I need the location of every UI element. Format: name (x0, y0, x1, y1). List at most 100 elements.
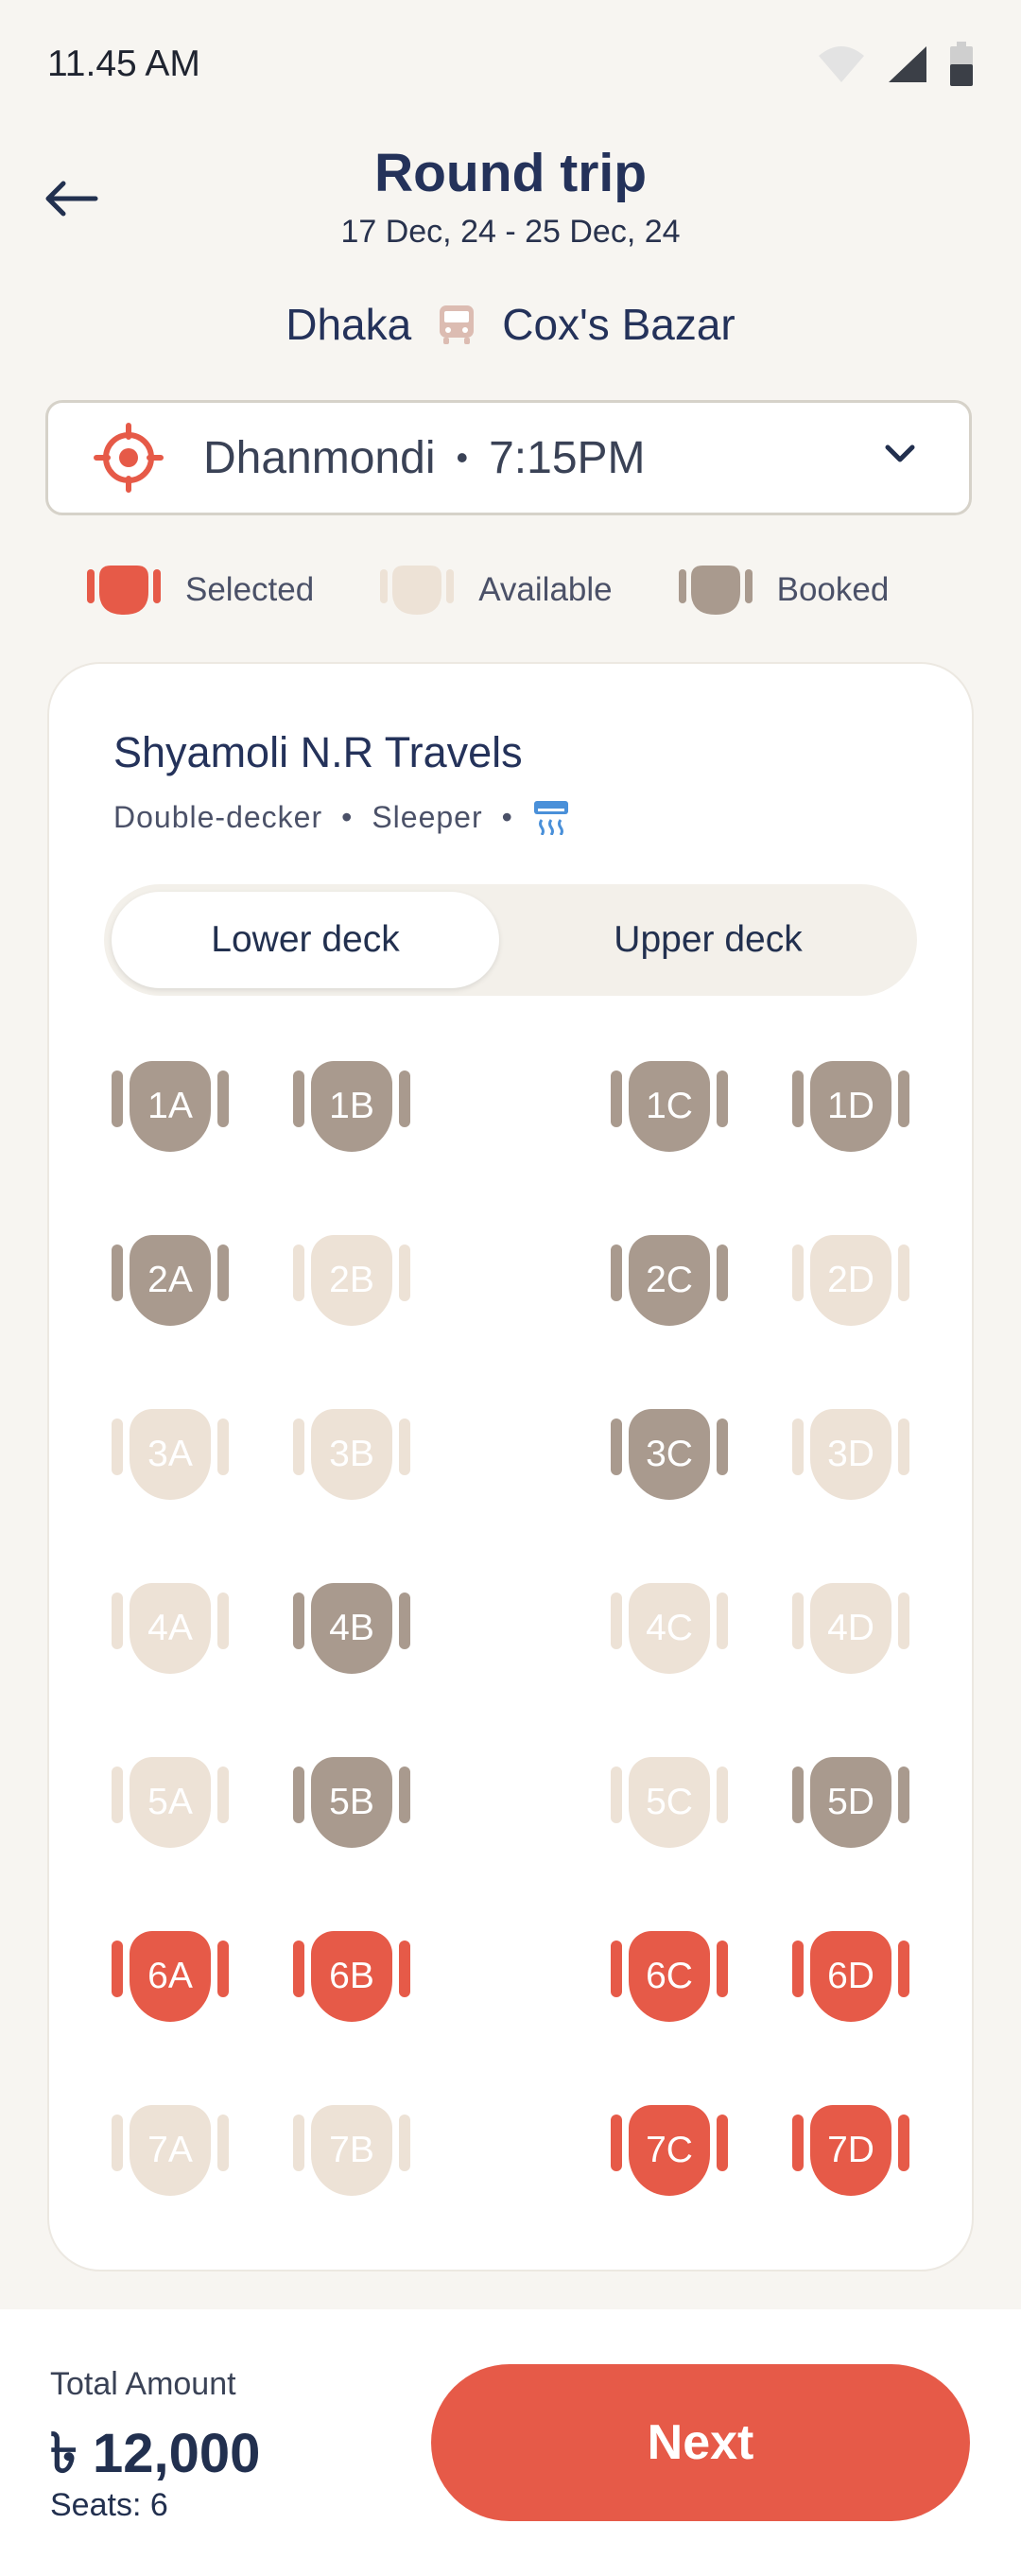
seat-armrest (293, 1593, 304, 1649)
seat-armrest (293, 1244, 304, 1301)
seat-armrest (898, 1767, 909, 1823)
origin-city: Dhaka (286, 300, 412, 349)
seat-armrest (399, 1244, 410, 1301)
operator-name: Shyamoli N.R Travels (113, 728, 523, 776)
seat-armrest (293, 1070, 304, 1127)
seat-armrest (792, 1593, 804, 1649)
boarding-place: Dhanmondi (203, 432, 436, 483)
seat-armrest (717, 1244, 728, 1301)
bus-icon (440, 305, 475, 344)
boarding-point-dropdown[interactable]: Dhanmondi • 7:15PM (45, 400, 972, 515)
seat-1b: 1B (293, 1061, 410, 1156)
seat-7a[interactable]: 7A (112, 2105, 229, 2200)
wifi-icon (819, 46, 864, 82)
seat-2a: 2A (112, 1235, 229, 1330)
seat-label: 6B (311, 1931, 392, 2022)
seat-1a: 1A (112, 1061, 229, 1156)
seat-5c[interactable]: 5C (611, 1757, 728, 1852)
seat-armrest (898, 1941, 909, 1997)
seat-1c: 1C (611, 1061, 728, 1156)
seat-label: 7C (629, 2105, 710, 2196)
status-time: 11.45 AM (47, 44, 200, 84)
seat-legend: Selected Available Booked (87, 564, 955, 617)
seat-armrest (217, 2115, 229, 2171)
seat-armrest (717, 1941, 728, 1997)
selected-seats-count: Seats: 6 (50, 2487, 168, 2523)
legend-available: Available (380, 564, 613, 617)
location-target-icon (94, 423, 164, 493)
seat-6a[interactable]: 6A (112, 1931, 229, 2026)
seat-4a[interactable]: 4A (112, 1583, 229, 1678)
bus-features: Double-decker • Sleeper • (113, 799, 570, 835)
seat-label: 6A (130, 1931, 211, 2022)
seat-label: 1B (311, 1061, 392, 1152)
seat-armrest (611, 1244, 622, 1301)
seat-armrest (792, 1767, 804, 1823)
seat-armrest (717, 2115, 728, 2171)
seat-armrest (217, 1593, 229, 1649)
seat-label: 1C (629, 1061, 710, 1152)
seat-armrest (293, 1941, 304, 1997)
seat-2b[interactable]: 2B (293, 1235, 410, 1330)
seat-armrest (112, 1767, 123, 1823)
seat-armrest (112, 2115, 123, 2171)
seat-label: 2A (130, 1235, 211, 1326)
seat-armrest (112, 1419, 123, 1475)
seat-armrest (717, 1767, 728, 1823)
seat-armrest (399, 1593, 410, 1649)
seat-4d[interactable]: 4D (792, 1583, 909, 1678)
total-amount-label: Total Amount (50, 2366, 236, 2402)
seat-armrest (217, 1419, 229, 1475)
seat-armrest (717, 1419, 728, 1475)
seat-label: 7D (810, 2105, 891, 2196)
bus-type: Double-decker (113, 799, 323, 834)
seat-label: 7A (130, 2105, 211, 2196)
seat-available-icon (380, 566, 455, 615)
seat-label: 7B (311, 2105, 392, 2196)
seat-label: 1A (130, 1061, 211, 1152)
seat-7b[interactable]: 7B (293, 2105, 410, 2200)
signal-icon (889, 46, 926, 82)
seat-3c: 3C (611, 1409, 728, 1504)
seat-4c[interactable]: 4C (611, 1583, 728, 1678)
seat-6c[interactable]: 6C (611, 1931, 728, 2026)
seat-3a[interactable]: 3A (112, 1409, 229, 1504)
seat-7c[interactable]: 7C (611, 2105, 728, 2200)
seat-armrest (112, 1244, 123, 1301)
seat-armrest (611, 1070, 622, 1127)
seat-3b[interactable]: 3B (293, 1409, 410, 1504)
tab-lower-deck[interactable]: Lower deck (112, 892, 499, 988)
seat-label: 3A (130, 1409, 211, 1500)
next-button[interactable]: Next (431, 2364, 970, 2521)
seat-label: 4A (130, 1583, 211, 1674)
seat-armrest (792, 1941, 804, 1997)
legend-selected: Selected (87, 564, 314, 617)
seat-armrest (898, 1070, 909, 1127)
seat-armrest (611, 1419, 622, 1475)
seat-label: 3D (810, 1409, 891, 1500)
seat-armrest (399, 1767, 410, 1823)
seat-armrest (399, 1419, 410, 1475)
seat-armrest (611, 2115, 622, 2171)
seat-label: 3B (311, 1409, 392, 1500)
seat-6d[interactable]: 6D (792, 1931, 909, 2026)
legend-booked: Booked (678, 564, 889, 617)
seat-armrest (611, 1767, 622, 1823)
legend-available-label: Available (478, 571, 613, 608)
seat-3d[interactable]: 3D (792, 1409, 909, 1504)
tab-upper-deck[interactable]: Upper deck (499, 884, 917, 996)
seat-armrest (112, 1941, 123, 1997)
seat-5a[interactable]: 5A (112, 1757, 229, 1852)
seat-label: 4C (629, 1583, 710, 1674)
seat-label: 5C (629, 1757, 710, 1848)
seat-1d: 1D (792, 1061, 909, 1156)
seat-6b[interactable]: 6B (293, 1931, 410, 2026)
seat-2d[interactable]: 2D (792, 1235, 909, 1330)
legend-selected-label: Selected (185, 571, 315, 608)
seat-7d[interactable]: 7D (792, 2105, 909, 2200)
seat-label: 4B (311, 1583, 392, 1674)
seat-armrest (399, 1070, 410, 1127)
seat-label: 2B (311, 1235, 392, 1326)
seat-armrest (611, 1941, 622, 1997)
seat-armrest (399, 2115, 410, 2171)
